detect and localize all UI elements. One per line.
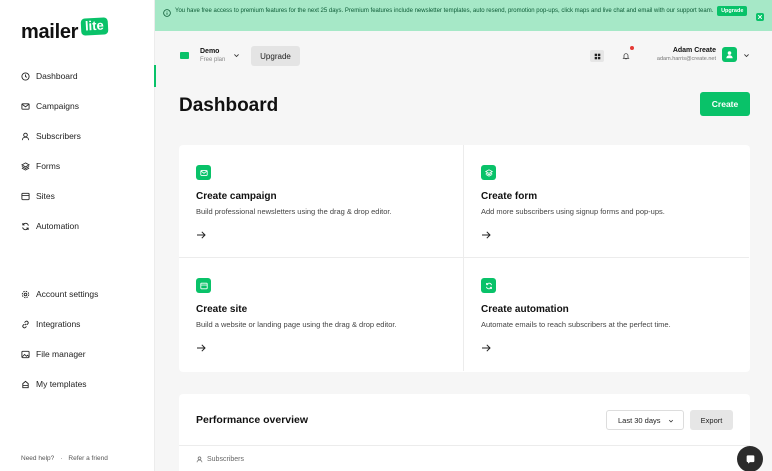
section-title: Performance overview: [196, 414, 309, 426]
sidebar-item-integrations[interactable]: Integrations: [0, 309, 155, 339]
card-description: Automate emails to reach subscribers at …: [481, 320, 671, 329]
logo[interactable]: mailer lite: [21, 17, 109, 43]
date-range-select[interactable]: Last 30 days: [606, 410, 684, 430]
create-form-card[interactable]: Create form Add more subscribers using s…: [464, 145, 749, 258]
sidebar-item-subscribers[interactable]: Subscribers: [0, 121, 155, 151]
sidebar-item-account-settings[interactable]: Account settings: [0, 279, 155, 309]
performance-overview: Performance overview Last 30 days Export…: [179, 394, 750, 471]
card-title: Create site: [196, 304, 248, 315]
sidebar-item-label: Subscribers: [36, 131, 81, 141]
page-title: Dashboard: [179, 95, 279, 116]
sidebar-item-my-templates[interactable]: My templates: [0, 369, 155, 399]
notification-dot: [630, 46, 634, 50]
link-icon: [21, 320, 30, 329]
card-title: Create automation: [481, 304, 569, 315]
grid-icon: [594, 53, 600, 59]
logo-badge: lite: [80, 17, 109, 36]
notifications-button[interactable]: [619, 50, 633, 62]
refresh-icon: [481, 278, 496, 293]
date-range-value: Last 30 days: [618, 415, 661, 425]
create-button[interactable]: Create: [700, 92, 750, 116]
sidebar-item-label: Integrations: [36, 319, 81, 329]
user-icon: [726, 51, 733, 59]
user-name[interactable]: Adam Create: [673, 47, 716, 54]
template-icon: [21, 380, 30, 389]
divider: [179, 445, 750, 446]
sidebar-nav: Dashboard Campaigns Subscribers Forms Si…: [0, 61, 156, 399]
gear-icon: [21, 290, 30, 299]
banner-text: You have free access to premium features…: [175, 8, 714, 14]
create-campaign-card[interactable]: Create campaign Build professional newsl…: [179, 145, 464, 258]
clock-icon: [21, 71, 30, 81]
card-description: Add more subscribers using signup forms …: [481, 207, 665, 216]
trial-banner: You have free access to premium features…: [155, 0, 772, 31]
sidebar-item-file-manager[interactable]: File manager: [0, 339, 155, 369]
arrow-right-icon[interactable]: [196, 343, 206, 353]
quick-actions: Create campaign Build professional newsl…: [179, 145, 750, 372]
card-description: Build a website or landing page using th…: [196, 320, 397, 329]
tab-label: Subscribers: [207, 456, 244, 463]
sidebar-item-label: Dashboard: [36, 71, 78, 81]
workspace-name[interactable]: Demo: [200, 48, 219, 55]
browser-icon: [196, 278, 211, 293]
apps-button[interactable]: [590, 50, 604, 62]
footer-separator: ·: [60, 455, 63, 462]
layers-icon: [481, 165, 496, 180]
banner-message: You have free access to premium features…: [175, 6, 755, 16]
chevron-down-icon[interactable]: [233, 52, 240, 59]
sidebar-item-automation[interactable]: Automation: [0, 211, 155, 241]
sidebar-item-dashboard[interactable]: Dashboard: [0, 61, 156, 91]
sidebar-item-label: Forms: [36, 161, 61, 171]
user-icon: [196, 456, 203, 463]
image-icon: [21, 350, 30, 359]
create-site-card[interactable]: Create site Build a website or landing p…: [179, 258, 464, 371]
tab-subscribers[interactable]: Subscribers: [196, 456, 244, 463]
sidebar-item-label: Campaigns: [36, 101, 79, 111]
card-title: Create campaign: [196, 191, 277, 202]
help-link[interactable]: Need help?: [21, 455, 54, 462]
sidebar-item-label: Sites: [36, 191, 55, 201]
logo-text: mailer: [21, 21, 79, 43]
export-button[interactable]: Export: [690, 410, 733, 430]
sidebar-item-forms[interactable]: Forms: [0, 151, 155, 181]
banner-upgrade-button[interactable]: Upgrade: [717, 6, 748, 16]
bell-icon: [622, 53, 630, 60]
avatar[interactable]: [722, 47, 737, 62]
workspace-flag-icon: [180, 52, 189, 59]
banner-close-button[interactable]: [756, 13, 764, 21]
sidebar-item-label: Account settings: [36, 289, 99, 299]
close-icon: [757, 14, 763, 20]
sidebar-footer: Need help? · Refer a friend: [21, 455, 108, 462]
sidebar-item-campaigns[interactable]: Campaigns: [0, 91, 155, 121]
card-description: Build professional newsletters using the…: [196, 207, 392, 216]
mail-icon: [21, 102, 30, 111]
card-title: Create form: [481, 191, 538, 202]
chat-icon: [746, 454, 754, 464]
sidebar: mailer lite Dashboard Campaigns Subscrib…: [0, 0, 156, 471]
layers-icon: [21, 161, 30, 171]
refresh-icon: [21, 222, 30, 231]
chevron-down-icon: [668, 419, 674, 423]
sidebar-item-label: Automation: [36, 221, 79, 231]
arrow-right-icon[interactable]: [481, 343, 491, 353]
chat-button[interactable]: [737, 446, 763, 471]
arrow-right-icon[interactable]: [196, 230, 206, 240]
arrow-right-icon[interactable]: [481, 230, 491, 240]
sidebar-item-label: My templates: [36, 379, 87, 389]
create-automation-card[interactable]: Create automation Automate emails to rea…: [464, 258, 749, 371]
refer-link[interactable]: Refer a friend: [68, 455, 107, 462]
user-email: adam.harris@create.net: [656, 56, 716, 62]
user-icon: [21, 132, 30, 141]
mail-icon: [196, 165, 211, 180]
chevron-down-icon[interactable]: [743, 52, 750, 59]
info-icon: [163, 9, 171, 17]
upgrade-button[interactable]: Upgrade: [251, 46, 300, 66]
workspace-plan: Free plan: [200, 57, 226, 63]
browser-icon: [21, 192, 30, 201]
sidebar-item-label: File manager: [36, 349, 86, 359]
sidebar-item-sites[interactable]: Sites: [0, 181, 155, 211]
